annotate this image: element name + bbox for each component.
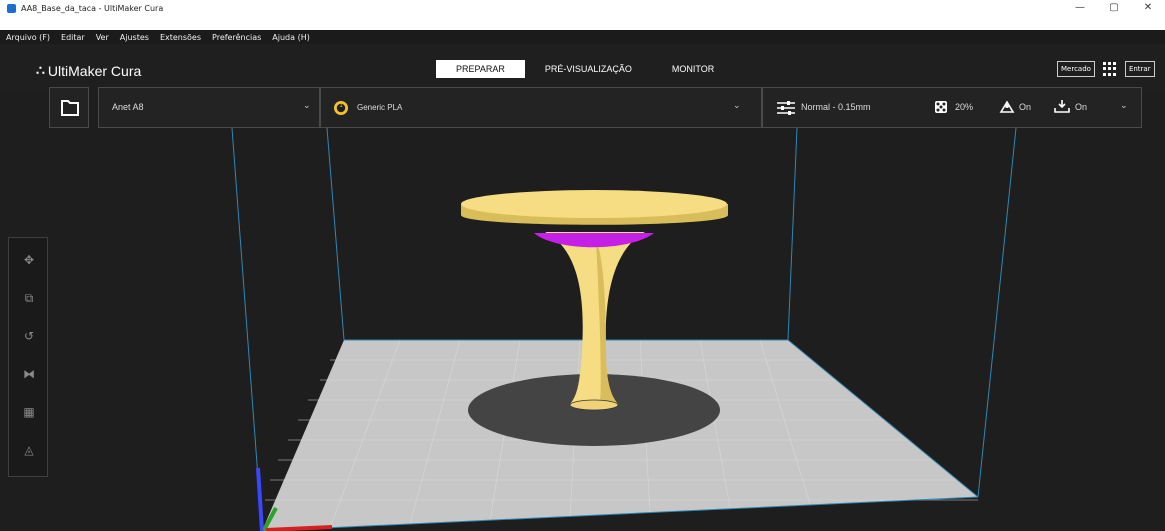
per-model-settings-icon[interactable]: ▦ xyxy=(21,404,37,420)
chevron-down-icon: ⌄ xyxy=(303,101,311,111)
applications-grid-icon[interactable] xyxy=(1102,62,1117,76)
window-titlebar: AA8_Base_da_taca - UltiMaker Cura — ▢ ✕ xyxy=(0,0,1165,16)
menu-arquivo[interactable]: Arquivo (F) xyxy=(0,31,55,44)
adhesion-icon xyxy=(1054,100,1070,113)
window-title: AA8_Base_da_taca - UltiMaker Cura xyxy=(21,3,164,13)
printer-name: Anet A8 xyxy=(112,102,144,112)
menu-extensoes[interactable]: Extensões xyxy=(154,31,206,44)
move-tool-icon[interactable]: ✥ xyxy=(21,252,37,268)
menu-preferencias[interactable]: Preferências xyxy=(206,31,266,44)
profile-label: Normal - 0.15mm xyxy=(801,102,871,112)
scale-tool-icon[interactable]: ⧉ xyxy=(21,290,37,306)
menu-editar[interactable]: Editar xyxy=(55,31,90,44)
3d-viewport[interactable] xyxy=(0,128,1165,531)
support-value: On xyxy=(1019,102,1032,112)
chevron-down-icon: ⌄ xyxy=(733,101,741,111)
material-selector[interactable]: 1 Generic PLA ⌄ xyxy=(320,87,762,128)
marketplace-button[interactable]: Mercado xyxy=(1057,61,1095,77)
app-name: UltiMaker Cura xyxy=(47,62,142,79)
ultimaker-logo-icon: ∴ xyxy=(36,62,45,78)
cura-app-icon xyxy=(7,3,16,13)
tab-pre-visualizacao[interactable]: PRÉ-VISUALIZAÇÃO xyxy=(525,60,652,78)
restore-button[interactable]: ▢ xyxy=(1097,0,1131,16)
z-axis xyxy=(256,467,264,531)
build-volume-edge xyxy=(977,128,1017,498)
folder-icon xyxy=(61,100,79,116)
infill-value: 20% xyxy=(955,102,974,112)
printer-selector[interactable]: Anet A8 ⌄ xyxy=(98,87,320,128)
tool-panel: ✥ ⧉ ↺ ⧓ ▦ ◬ xyxy=(8,237,48,477)
overhang-highlight xyxy=(534,233,654,248)
stage-tabs: PREPARAR PRÉ-VISUALIZAÇÃO MONITOR xyxy=(436,60,734,78)
minimize-button[interactable]: — xyxy=(1063,0,1097,16)
model-top-disc[interactable] xyxy=(461,190,727,218)
model-base xyxy=(569,399,619,411)
menu-ver[interactable]: Ver xyxy=(90,31,114,44)
build-volume-edge xyxy=(787,128,798,341)
signin-button[interactable]: Entrar xyxy=(1124,61,1155,77)
tab-preparar[interactable]: PREPARAR xyxy=(436,60,525,78)
mirror-tool-icon[interactable]: ⧓ xyxy=(21,366,37,382)
settings-sliders-icon xyxy=(777,101,795,115)
app-logo: ∴ UltiMaker Cura xyxy=(36,62,141,79)
rotate-tool-icon[interactable]: ↺ xyxy=(21,328,37,344)
support-blocker-icon[interactable]: ◬ xyxy=(21,442,37,458)
support-icon xyxy=(999,100,1015,113)
chevron-down-icon: ⌄ xyxy=(1120,101,1128,111)
material-name: Generic PLA xyxy=(357,103,403,112)
open-file-button[interactable] xyxy=(49,87,89,128)
close-button[interactable]: ✕ xyxy=(1131,0,1165,16)
build-volume-edge xyxy=(326,128,345,341)
extruder-number: 1 xyxy=(339,103,343,109)
menu-ajuda[interactable]: Ajuda (H) xyxy=(266,31,315,44)
adhesion-value: On xyxy=(1075,102,1088,112)
infill-icon xyxy=(935,101,947,113)
menu-ajustes[interactable]: Ajustes xyxy=(114,31,154,44)
tab-monitor[interactable]: MONITOR xyxy=(652,60,734,78)
print-settings-selector[interactable]: Normal - 0.15mm 20% On On ⌄ xyxy=(762,87,1142,128)
